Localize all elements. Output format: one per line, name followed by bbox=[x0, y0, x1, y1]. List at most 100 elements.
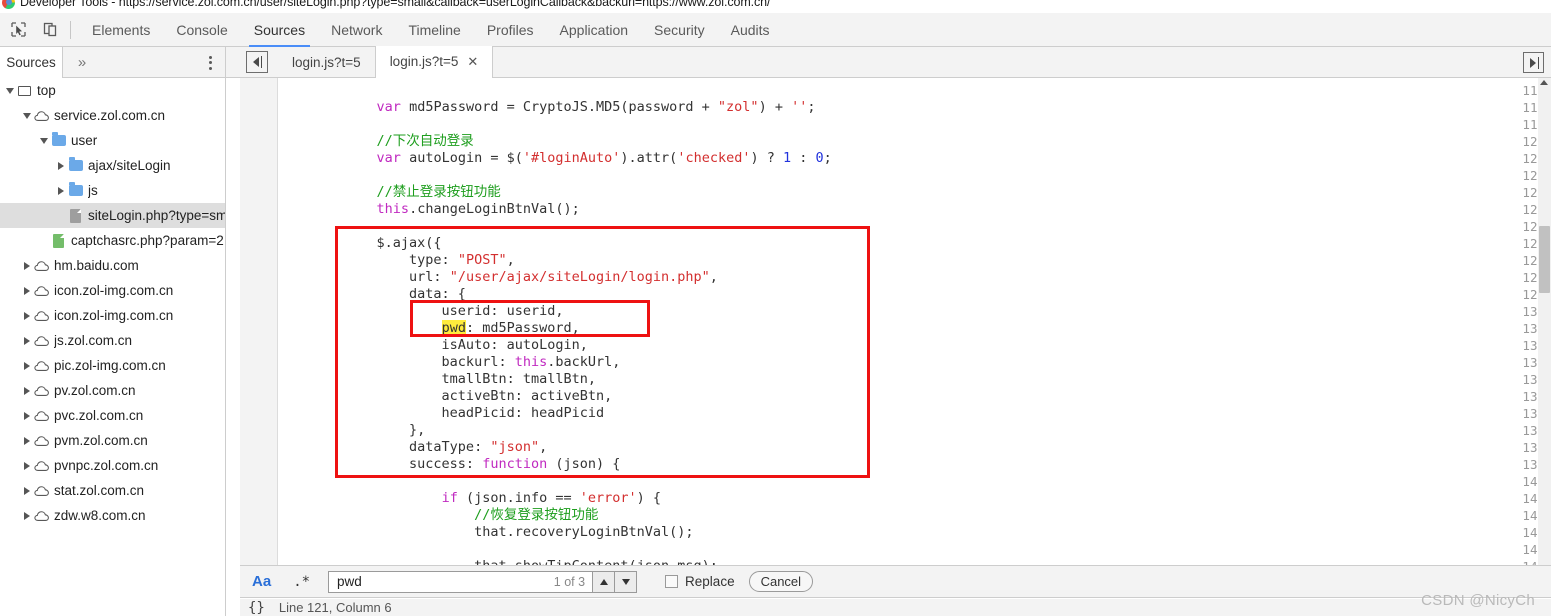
chevron-down-icon[interactable] bbox=[3, 87, 16, 94]
kebab-menu-icon[interactable] bbox=[197, 47, 223, 78]
code-text: data: { bbox=[279, 286, 466, 302]
code-line[interactable]: }, bbox=[279, 422, 425, 439]
tree-item[interactable]: icon.zol-img.com.cn bbox=[0, 278, 225, 303]
code-line[interactable]: activeBtn: activeBtn, bbox=[279, 388, 613, 405]
code-line[interactable]: data: { bbox=[279, 286, 466, 303]
show-navigator-icon[interactable] bbox=[246, 51, 268, 73]
tree-item[interactable]: top bbox=[0, 78, 225, 103]
code-text: md5Password = CryptoJS.MD5(password + bbox=[400, 99, 718, 115]
cloud-icon bbox=[33, 385, 50, 397]
code-line[interactable]: //下次自动登录 bbox=[279, 133, 474, 150]
inspect-cursor-icon[interactable] bbox=[4, 16, 32, 44]
tree-item[interactable]: stat.zol.com.cn bbox=[0, 478, 225, 503]
tree-item[interactable]: pvnpc.zol.com.cn bbox=[0, 453, 225, 478]
cloud-icon bbox=[33, 510, 50, 522]
scrollbar-thumb[interactable] bbox=[1539, 226, 1550, 293]
code-line[interactable]: success: function (json) { bbox=[279, 456, 620, 473]
code-line[interactable]: type: "POST", bbox=[279, 252, 515, 269]
tree-item-label: js bbox=[88, 183, 98, 198]
tree-item[interactable]: hm.baidu.com bbox=[0, 253, 225, 278]
tree-item-label: siteLogin.php?type=sm bbox=[88, 208, 225, 223]
tab-audits[interactable]: Audits bbox=[718, 13, 783, 47]
cancel-button[interactable]: Cancel bbox=[748, 571, 814, 592]
code-line[interactable]: //恢复登录按钮功能 bbox=[279, 507, 598, 524]
code-line[interactable]: var autoLogin = $('#loginAuto').attr('ch… bbox=[279, 150, 832, 167]
code-line[interactable]: //禁止登录按钮功能 bbox=[279, 184, 501, 201]
editor-vertical-scrollbar[interactable] bbox=[1538, 78, 1551, 565]
chevron-right-icon[interactable] bbox=[20, 486, 33, 495]
device-toolbar-icon[interactable] bbox=[36, 16, 64, 44]
code-line[interactable]: if (json.info == 'error') { bbox=[279, 490, 661, 507]
regex-icon[interactable]: .* bbox=[293, 574, 310, 590]
pretty-print-icon[interactable]: {} bbox=[248, 600, 265, 616]
chevron-right-icon[interactable] bbox=[20, 386, 33, 395]
tree-item[interactable]: pvc.zol.com.cn bbox=[0, 403, 225, 428]
code-editor[interactable]: 117 118 119 120 121 122 123 124 125 126 127 128 129 1… bbox=[240, 78, 1551, 565]
chevron-right-icon[interactable] bbox=[20, 361, 33, 370]
tree-item[interactable]: pvm.zol.com.cn bbox=[0, 428, 225, 453]
show-panel-right-icon[interactable] bbox=[1523, 52, 1544, 73]
replace-checkbox[interactable] bbox=[665, 575, 679, 588]
file-tab[interactable]: login.js?t=5 ✕ bbox=[374, 46, 494, 78]
find-input-wrapper[interactable]: 1 of 3 bbox=[328, 570, 594, 593]
chevron-down-icon[interactable] bbox=[20, 112, 33, 119]
code-text: ; bbox=[807, 99, 816, 115]
scroll-up-icon[interactable] bbox=[1540, 80, 1548, 85]
close-icon[interactable]: ✕ bbox=[467, 54, 478, 69]
code-line[interactable]: this.changeLoginBtnVal(); bbox=[279, 201, 580, 218]
find-next-button[interactable] bbox=[615, 570, 638, 593]
match-case-icon[interactable]: Aa bbox=[252, 573, 271, 590]
code-line[interactable]: userid: userid, bbox=[279, 303, 564, 320]
tab-network[interactable]: Network bbox=[318, 13, 395, 47]
chevron-right-icon[interactable] bbox=[20, 461, 33, 470]
tree-item[interactable]: pv.zol.com.cn bbox=[0, 378, 225, 403]
code-line[interactable]: dataType: "json", bbox=[279, 439, 547, 456]
chevron-right-icon[interactable] bbox=[20, 261, 33, 270]
chevron-right-icon[interactable] bbox=[20, 311, 33, 320]
code-line[interactable]: pwd: md5Password, bbox=[279, 320, 580, 337]
search-input[interactable] bbox=[335, 573, 526, 590]
tab-timeline[interactable]: Timeline bbox=[395, 13, 473, 47]
tree-item[interactable]: pic.zol-img.com.cn bbox=[0, 353, 225, 378]
file-tab[interactable]: login.js?t=5 bbox=[278, 47, 375, 78]
chevron-right-icon[interactable] bbox=[20, 436, 33, 445]
chevron-right-icon[interactable] bbox=[20, 286, 33, 295]
tree-item[interactable]: ajax/siteLogin bbox=[0, 153, 225, 178]
chevron-right-icon[interactable] bbox=[20, 336, 33, 345]
code-line[interactable]: backurl: this.backUrl, bbox=[279, 354, 621, 371]
tree-item[interactable]: icon.zol-img.com.cn bbox=[0, 303, 225, 328]
tab-application[interactable]: Application bbox=[547, 13, 642, 47]
code-line[interactable]: isAuto: autoLogin, bbox=[279, 337, 588, 354]
tree-item[interactable]: service.zol.com.cn bbox=[0, 103, 225, 128]
devtools-window: Developer Tools - https://service.zol.co… bbox=[0, 0, 1551, 616]
tree-item[interactable]: zdw.w8.com.cn bbox=[0, 503, 225, 528]
code-text: userid: userid, bbox=[279, 303, 564, 319]
source-code[interactable]: var md5Password = CryptoJS.MD5(password … bbox=[279, 78, 1551, 565]
code-line[interactable]: that.showTipContent(json.msg); bbox=[279, 558, 718, 565]
tree-item[interactable]: siteLogin.php?type=sm bbox=[0, 203, 225, 228]
chevron-right-icon[interactable] bbox=[20, 511, 33, 520]
tree-item[interactable]: user bbox=[0, 128, 225, 153]
tree-item[interactable]: captchasrc.php?param=2 bbox=[0, 228, 225, 253]
code-line[interactable]: that.recoveryLoginBtnVal(); bbox=[279, 524, 693, 541]
tree-item[interactable]: js bbox=[0, 178, 225, 203]
tab-elements[interactable]: Elements bbox=[79, 13, 163, 47]
chevron-down-icon[interactable] bbox=[37, 137, 50, 144]
chevron-right-icon[interactable] bbox=[54, 161, 67, 170]
chevron-double-right-icon[interactable]: » bbox=[68, 47, 96, 78]
tab-sources[interactable]: Sources bbox=[241, 13, 318, 47]
tab-console[interactable]: Console bbox=[163, 13, 240, 47]
tab-sources-navigator[interactable]: Sources bbox=[0, 47, 63, 78]
code-line[interactable]: var md5Password = CryptoJS.MD5(password … bbox=[279, 99, 816, 116]
code-line[interactable]: url: "/user/ajax/siteLogin/login.php", bbox=[279, 269, 718, 286]
tree-item[interactable]: js.zol.com.cn bbox=[0, 328, 225, 353]
find-previous-button[interactable] bbox=[593, 570, 616, 593]
tab-profiles[interactable]: Profiles bbox=[474, 13, 547, 47]
code-line[interactable]: $.ajax({ bbox=[279, 235, 442, 252]
code-line[interactable]: headPicid: headPicid bbox=[279, 405, 605, 422]
chevron-right-icon[interactable] bbox=[20, 411, 33, 420]
code-line[interactable]: tmallBtn: tmallBtn, bbox=[279, 371, 596, 388]
tab-security[interactable]: Security bbox=[641, 13, 718, 47]
chevron-right-icon[interactable] bbox=[54, 186, 67, 195]
